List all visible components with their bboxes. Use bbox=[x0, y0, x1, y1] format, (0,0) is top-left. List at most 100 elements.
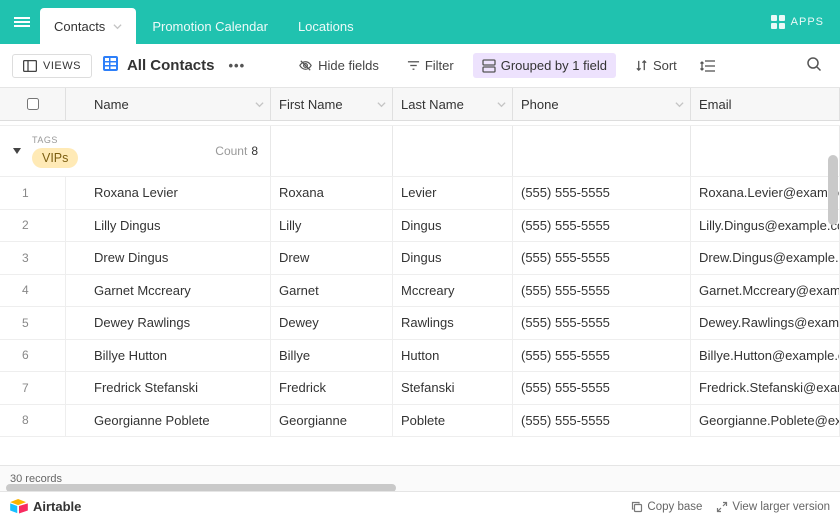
search-button[interactable] bbox=[800, 50, 828, 81]
cell-phone[interactable]: (555) 555-5555 bbox=[513, 210, 691, 242]
group-button[interactable]: Grouped by 1 field bbox=[473, 53, 616, 78]
cell-email[interactable]: Dewey.Rawlings@example.com bbox=[691, 307, 840, 339]
view-more-button[interactable]: ••• bbox=[224, 54, 249, 77]
cell-name[interactable]: Georgianne Poblete bbox=[66, 405, 271, 437]
group-value-pill: VIPs bbox=[32, 148, 78, 168]
group-summary-cell[interactable] bbox=[271, 126, 393, 176]
column-header-email[interactable]: Email bbox=[691, 88, 840, 120]
column-header-first-name[interactable]: First Name bbox=[271, 88, 393, 120]
row-height-button[interactable] bbox=[696, 55, 725, 77]
records-summary-bar: 30 records bbox=[0, 465, 840, 491]
hamburger-icon bbox=[14, 14, 30, 30]
select-all-cell[interactable] bbox=[0, 88, 66, 120]
cell-name[interactable]: Dewey Rawlings bbox=[66, 307, 271, 339]
cell-name[interactable]: Drew Dingus bbox=[66, 242, 271, 274]
column-header-name[interactable]: Name bbox=[66, 88, 271, 120]
row-number: 8 bbox=[0, 405, 66, 437]
cell-email[interactable]: Garnet.Mccreary@example.com bbox=[691, 275, 840, 307]
cell-name[interactable]: Lilly Dingus bbox=[66, 210, 271, 242]
filter-icon bbox=[407, 59, 420, 72]
cell-first-name[interactable]: Dewey bbox=[271, 307, 393, 339]
footer-bar: Airtable Copy base View larger version bbox=[0, 491, 840, 521]
cell-last-name[interactable]: Poblete bbox=[393, 405, 513, 437]
table-row[interactable]: 7Fredrick StefanskiFredrickStefanski(555… bbox=[0, 372, 840, 405]
view-larger-button[interactable]: View larger version bbox=[716, 501, 830, 513]
cell-phone[interactable]: (555) 555-5555 bbox=[513, 405, 691, 437]
filter-label: Filter bbox=[425, 58, 454, 73]
group-collapse-toggle[interactable] bbox=[12, 144, 22, 159]
hide-fields-button[interactable]: Hide fields bbox=[289, 53, 388, 78]
chevron-down-icon bbox=[113, 19, 122, 34]
cell-email[interactable]: Drew.Dingus@example.com bbox=[691, 242, 840, 274]
cell-phone[interactable]: (555) 555-5555 bbox=[513, 275, 691, 307]
cell-email[interactable]: Roxana.Levier@example.com bbox=[691, 177, 840, 209]
airtable-brand[interactable]: Airtable bbox=[10, 499, 81, 514]
group-summary-cell[interactable] bbox=[691, 126, 840, 176]
sort-label: Sort bbox=[653, 58, 677, 73]
cell-first-name[interactable]: Lilly bbox=[271, 210, 393, 242]
column-label: Phone bbox=[521, 97, 559, 112]
copy-base-button[interactable]: Copy base bbox=[631, 501, 702, 513]
eye-off-icon bbox=[298, 58, 313, 73]
sort-button[interactable]: Sort bbox=[626, 53, 686, 78]
cell-name[interactable]: Roxana Levier bbox=[66, 177, 271, 209]
column-header-last-name[interactable]: Last Name bbox=[393, 88, 513, 120]
cell-first-name[interactable]: Garnet bbox=[271, 275, 393, 307]
vertical-scrollbar[interactable] bbox=[828, 155, 838, 225]
row-number: 6 bbox=[0, 340, 66, 372]
cell-first-name[interactable]: Billye bbox=[271, 340, 393, 372]
cell-email[interactable]: Lilly.Dingus@example.com bbox=[691, 210, 840, 242]
cell-last-name[interactable]: Hutton bbox=[393, 340, 513, 372]
table-row[interactable]: 8Georgianne PobleteGeorgiannePoblete(555… bbox=[0, 405, 840, 438]
cell-last-name[interactable]: Dingus bbox=[393, 242, 513, 274]
cell-first-name[interactable]: Drew bbox=[271, 242, 393, 274]
cell-first-name[interactable]: Georgianne bbox=[271, 405, 393, 437]
table-row[interactable]: 1Roxana LevierRoxanaLevier(555) 555-5555… bbox=[0, 177, 840, 210]
cell-last-name[interactable]: Mccreary bbox=[393, 275, 513, 307]
tab-promotion-calendar[interactable]: Promotion Calendar bbox=[138, 8, 282, 44]
main-menu-button[interactable] bbox=[8, 8, 36, 36]
table-row[interactable]: 2Lilly DingusLillyDingus(555) 555-5555Li… bbox=[0, 210, 840, 243]
filter-button[interactable]: Filter bbox=[398, 53, 463, 78]
row-number: 1 bbox=[0, 177, 66, 209]
cell-phone[interactable]: (555) 555-5555 bbox=[513, 372, 691, 404]
cell-last-name[interactable]: Stefanski bbox=[393, 372, 513, 404]
select-all-checkbox[interactable] bbox=[27, 98, 39, 110]
tab-label: Contacts bbox=[54, 19, 105, 34]
cell-last-name[interactable]: Dingus bbox=[393, 210, 513, 242]
current-view-button[interactable]: All Contacts bbox=[102, 55, 215, 76]
cell-email[interactable]: Fredrick.Stefanski@example.com bbox=[691, 372, 840, 404]
table-row[interactable]: 5Dewey RawlingsDeweyRawlings(555) 555-55… bbox=[0, 307, 840, 340]
table-row[interactable]: 6Billye HuttonBillyeHutton(555) 555-5555… bbox=[0, 340, 840, 373]
tab-contacts[interactable]: Contacts bbox=[40, 8, 136, 44]
table-tabs: Contacts Promotion Calendar Locations bbox=[40, 0, 370, 44]
chevron-down-icon bbox=[255, 97, 264, 112]
cell-phone[interactable]: (555) 555-5555 bbox=[513, 307, 691, 339]
cell-phone[interactable]: (555) 555-5555 bbox=[513, 242, 691, 274]
table-row[interactable]: 4Garnet MccrearyGarnetMccreary(555) 555-… bbox=[0, 275, 840, 308]
cell-name[interactable]: Fredrick Stefanski bbox=[66, 372, 271, 404]
table-row[interactable]: 3Drew DingusDrewDingus(555) 555-5555Drew… bbox=[0, 242, 840, 275]
column-label: First Name bbox=[279, 97, 343, 112]
cell-first-name[interactable]: Fredrick bbox=[271, 372, 393, 404]
group-icon bbox=[482, 59, 496, 73]
group-summary-cell[interactable] bbox=[393, 126, 513, 176]
cell-phone[interactable]: (555) 555-5555 bbox=[513, 340, 691, 372]
apps-icon bbox=[771, 15, 785, 29]
cell-name[interactable]: Billye Hutton bbox=[66, 340, 271, 372]
cell-email[interactable]: Georgianne.Poblete@example.com bbox=[691, 405, 840, 437]
column-label: Email bbox=[699, 97, 732, 112]
cell-name[interactable]: Garnet Mccreary bbox=[66, 275, 271, 307]
chevron-down-icon bbox=[497, 97, 506, 112]
cell-email[interactable]: Billye.Hutton@example.com bbox=[691, 340, 840, 372]
tab-locations[interactable]: Locations bbox=[284, 8, 368, 44]
cell-phone[interactable]: (555) 555-5555 bbox=[513, 177, 691, 209]
group-summary-cell[interactable] bbox=[513, 126, 691, 176]
cell-last-name[interactable]: Rawlings bbox=[393, 307, 513, 339]
cell-first-name[interactable]: Roxana bbox=[271, 177, 393, 209]
views-button[interactable]: VIEWS bbox=[12, 54, 92, 78]
cell-last-name[interactable]: Levier bbox=[393, 177, 513, 209]
column-header-phone[interactable]: Phone bbox=[513, 88, 691, 120]
tab-label: Promotion Calendar bbox=[152, 19, 268, 34]
apps-button[interactable]: APPS bbox=[763, 11, 832, 33]
